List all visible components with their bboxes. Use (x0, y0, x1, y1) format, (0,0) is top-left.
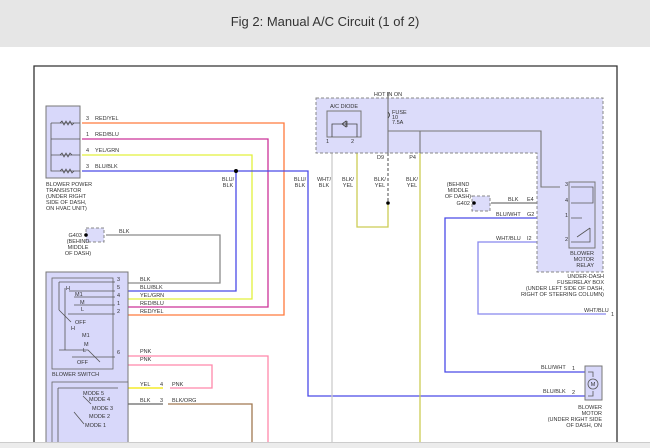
diagram-label: 7.5A (392, 120, 404, 126)
diagram-label: YEL (375, 183, 385, 189)
diagram-label: BLK (508, 197, 519, 203)
wiring-diagram: 3 RED/YEL 1 RED/BLU 4 YEL/GRN 3 BLU/BLK BLOW… (33, 65, 618, 447)
diagram-label: BLU/WHT (496, 212, 521, 218)
diagram-label: 4 (86, 148, 89, 154)
diagram-label: 3 (565, 182, 568, 188)
diagram-label: OF DASH) (445, 194, 471, 200)
diagram-label: HOT IN ON (374, 92, 402, 98)
diagram-label: E4 (527, 197, 534, 203)
diagram-label: 4 (565, 198, 568, 204)
wire-blu-blk-switch (118, 171, 237, 292)
splice-dot (234, 169, 238, 173)
diagram-label: YEL (140, 382, 150, 388)
diagram-label: P4 (409, 155, 416, 161)
diagram-label: 2 (572, 390, 575, 396)
diagram-label: 2 (351, 139, 354, 145)
diagram-label: 2 (565, 237, 568, 243)
splice-dot (386, 201, 390, 205)
diagram-label: OFF (77, 360, 89, 366)
diagram-label: G2 (527, 212, 534, 218)
diagram-label: I2 (527, 236, 532, 242)
mode-switch: MODE 5 MODE 4 MODE 3 MODE 2 MODE 1 YEL 4 P… (51, 381, 196, 447)
diagram-label: MODE 2 (89, 414, 110, 420)
diagram-label: OF DASH, ON (566, 423, 602, 429)
diagram-label: ON HVAC UNIT) (46, 206, 87, 212)
diagram-label: WHT/BLU (496, 236, 521, 242)
diagram-label: G402 (457, 201, 470, 207)
diagram-label: 4 (117, 293, 120, 299)
diagram-label: 1 (326, 139, 329, 145)
diagram-label: RED/YEL (95, 116, 119, 122)
diagram-label: RED/BLU (95, 132, 119, 138)
diagram-label: 3 (117, 277, 120, 283)
diagram-label: M1 (82, 333, 90, 339)
diagram-label: PNK (140, 349, 152, 355)
diagram-label: 1 (572, 366, 575, 372)
diagram-label: 1 (117, 301, 120, 307)
diagram-label: 3 (86, 164, 89, 170)
diagram-label: MODE 3 (92, 406, 113, 412)
diagram-label: 5 (117, 285, 120, 291)
diagram-label: BLK (119, 229, 130, 235)
diagram-label: RED/YEL (140, 309, 164, 315)
diagram-label: RELAY (576, 263, 594, 269)
diagram-label: BLK (140, 277, 151, 283)
diagram-label: BLK (140, 398, 151, 404)
blower-motor: M 1BLU/WHT 2BLU/BLK BLOWER MOTOR (UNDER … (541, 365, 603, 429)
diagram-label: PNK (140, 357, 152, 363)
diagram-label: H (71, 326, 75, 332)
diagram-label: MODE 1 (85, 423, 106, 429)
diagram-label: 3 (86, 116, 89, 122)
diagram-label: OFF (75, 320, 87, 326)
diagram-label: A/C DIODE (330, 104, 358, 110)
diagram-label: 1 (565, 213, 568, 219)
diagram-label: 4 (160, 382, 163, 388)
diagram-label: PNK (172, 382, 184, 388)
ground-g402: (BEHIND MIDDLE OF DASH) G402 BLK E4 (445, 182, 534, 212)
diagram-label: L (83, 348, 86, 354)
diagram-label: H (66, 286, 70, 292)
diagram-label: RED/BLU (140, 301, 164, 307)
diagram-label: 6 (117, 350, 120, 356)
diagram-label: WHT/BLU (584, 308, 609, 314)
diagram-label: BLU/WHT (541, 365, 566, 371)
diagram-label: 3 (160, 398, 163, 404)
diagram-label: D9 (377, 155, 384, 161)
diagram-label: BLK (295, 183, 306, 189)
diagram-label: BLU/BLK (543, 389, 566, 395)
diagram-label: L (81, 307, 84, 313)
diagram-label: M (80, 300, 85, 306)
footer-strip (0, 442, 650, 448)
diagram-label: BLK (223, 183, 234, 189)
diagram-label: BLOWER SWITCH (52, 372, 99, 378)
diagram-label: BLK (319, 183, 330, 189)
diagram-label: YEL (343, 183, 353, 189)
diagram-label: MODE 4 (89, 397, 110, 403)
diagram-label: M1 (75, 292, 83, 298)
wire-pnk-2 (117, 357, 213, 389)
blower-power-transistor: 3 RED/YEL 1 RED/BLU 4 YEL/GRN 3 BLU/BLK BLOW… (45, 105, 119, 212)
diagram-label: YEL/GRN (95, 148, 119, 154)
diagram-label: BLU/BLK (95, 164, 118, 170)
wire-blk-org (168, 403, 253, 447)
diagram-label: BLK/ORG (172, 398, 196, 404)
diagram-label: 1 (86, 132, 89, 138)
diagram-label: YEL/GRN (140, 293, 164, 299)
diagram-label: OF DASH) (65, 251, 91, 257)
diagram-label: 1 (611, 312, 614, 318)
diagram-label: 2 (117, 309, 120, 315)
diagram-label: YEL (407, 183, 417, 189)
diagram-label: RIGHT OF STEERING COLUMN) (521, 292, 604, 298)
diagram-label: M (591, 382, 596, 388)
ground-g403: G403 (BEHIND MIDDLE OF DASH) BLK (65, 227, 130, 257)
diagram-label: BLU/BLK (140, 285, 163, 291)
